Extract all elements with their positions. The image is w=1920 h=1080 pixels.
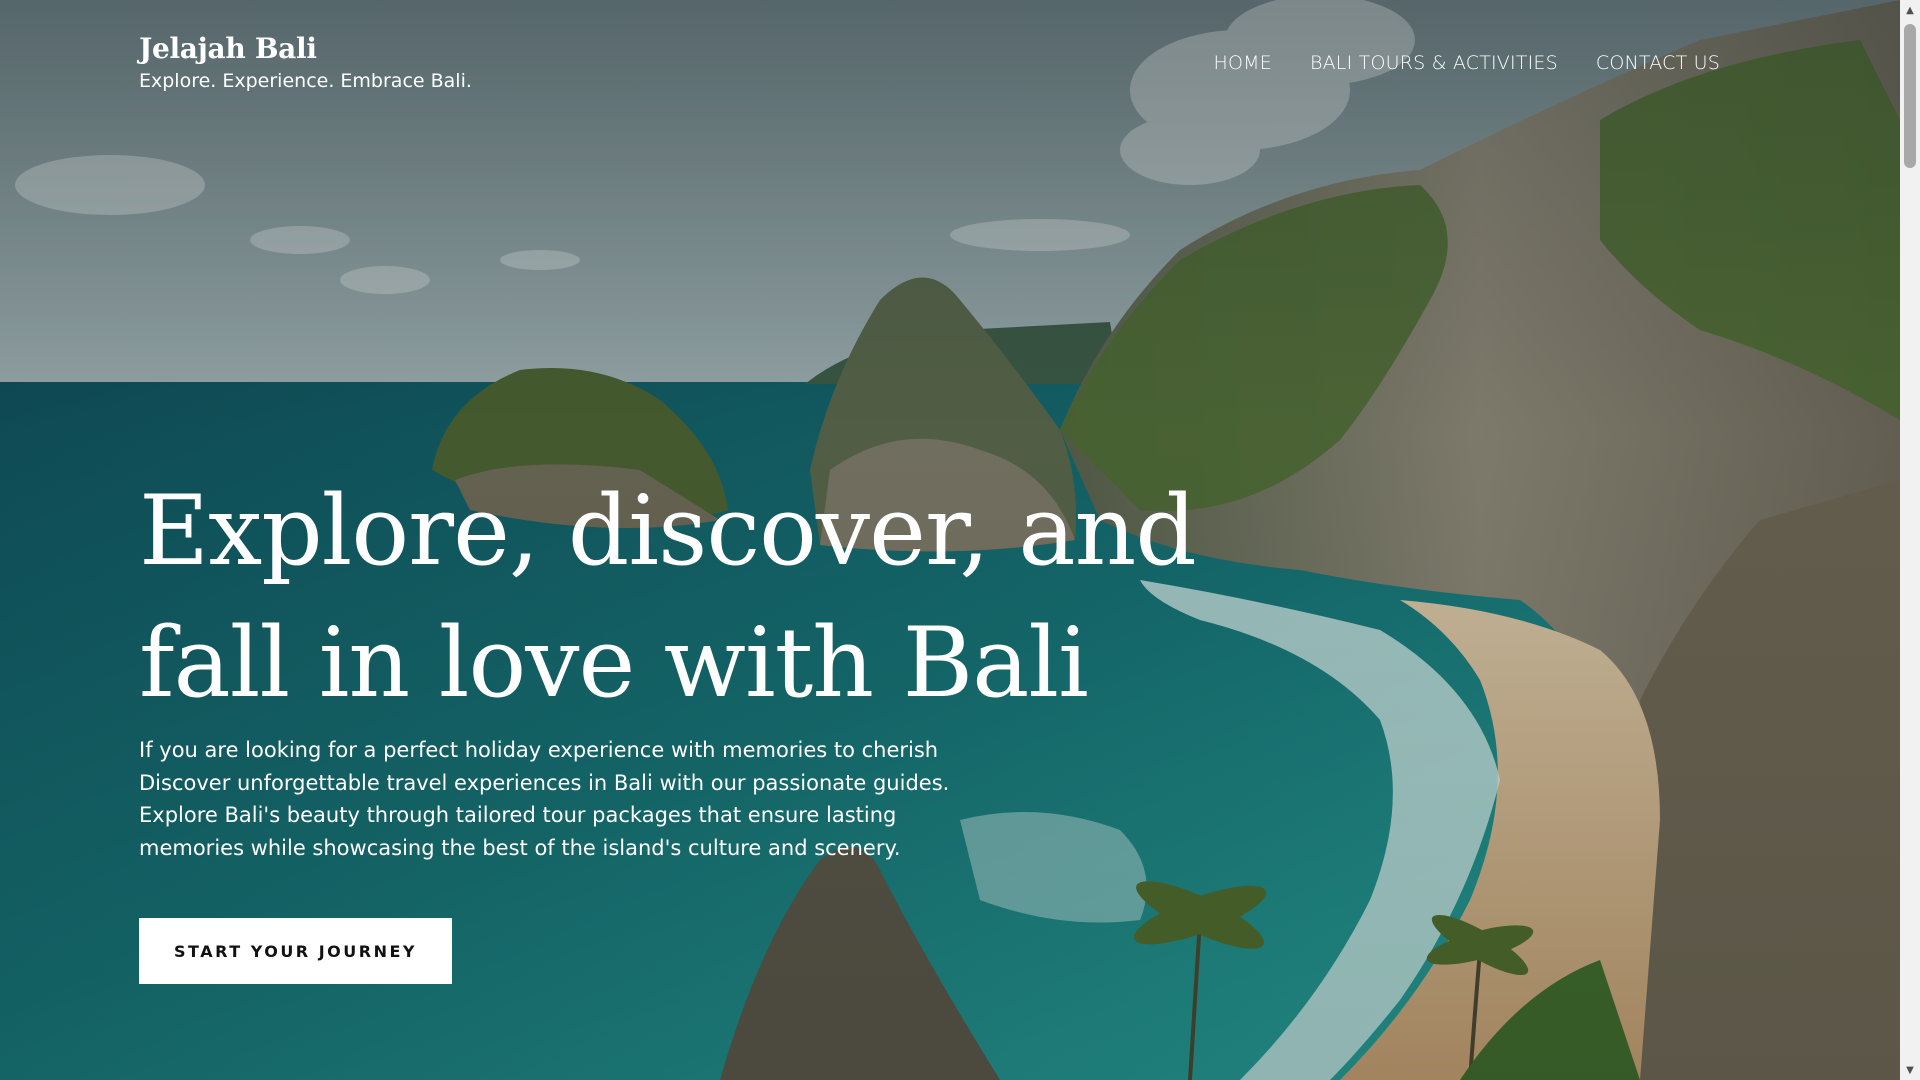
hero-description: If you are looking for a perfect holiday… <box>139 734 959 864</box>
start-your-journey-button[interactable]: START YOUR JOURNEY <box>139 918 452 984</box>
hero-section: Jelajah Bali Explore. Experience. Embrac… <box>0 0 1900 1080</box>
nav-item-contact-us[interactable]: CONTACT US <box>1596 52 1720 74</box>
hero-description-line: Explore Bali's beauty through tailored t… <box>139 803 897 827</box>
page-scrollbar[interactable]: ▲ ▼ <box>1900 0 1920 1080</box>
hero-headline: Explore, discover, and fall in love with… <box>139 465 1197 729</box>
hero-headline-line: fall in love with Bali <box>139 607 1089 719</box>
hero-description-line: memories while showcasing the best of th… <box>139 835 901 860</box>
hero-description-line: Discover unforgettable travel experience… <box>139 770 950 795</box>
hero-description-line: If you are looking for a perfect holiday… <box>139 738 939 762</box>
hero-headline-line: Explore, discover, and <box>139 475 1197 587</box>
brand[interactable]: Jelajah Bali Explore. Experience. Embrac… <box>139 32 472 92</box>
nav-item-bali-tours-activities[interactable]: BALI TOURS & ACTIVITIES <box>1310 52 1558 74</box>
brand-name[interactable]: Jelajah Bali <box>139 32 472 65</box>
scroll-up-arrow-icon[interactable]: ▲ <box>1900 0 1920 20</box>
main-nav: HOME BALI TOURS & ACTIVITIES CONTACT US <box>1214 52 1720 74</box>
brand-tagline: Explore. Experience. Embrace Bali. <box>139 70 472 92</box>
scrollbar-thumb[interactable] <box>1904 24 1916 168</box>
nav-item-home[interactable]: HOME <box>1214 52 1272 74</box>
scroll-down-arrow-icon[interactable]: ▼ <box>1900 1060 1920 1080</box>
